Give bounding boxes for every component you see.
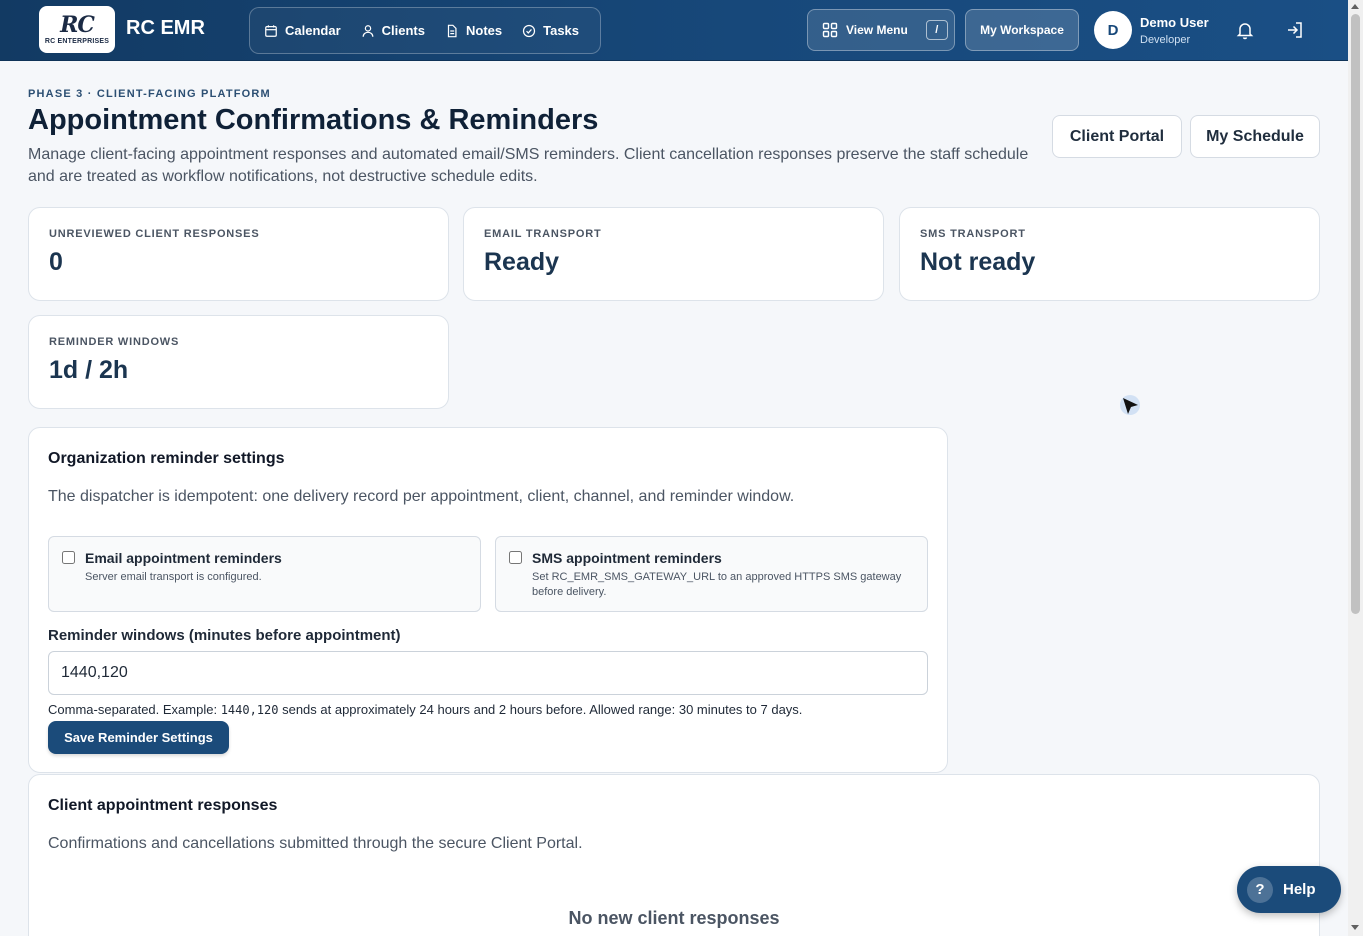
user-role: Developer — [1140, 34, 1191, 46]
empty-state-text: No new client responses — [568, 908, 780, 928]
main-nav: Calendar Clients Notes Tasks — [249, 7, 601, 54]
reminder-windows-input[interactable] — [48, 651, 928, 695]
email-reminders-option[interactable]: Email appointment reminders Server email… — [48, 536, 481, 612]
my-workspace-button[interactable]: My Workspace — [965, 9, 1079, 51]
top-navigation-bar: RC RC ENTERPRISES RC EMR Calendar Client… — [0, 0, 1348, 61]
sms-reminders-option[interactable]: SMS appointment reminders Set RC_EMR_SMS… — [495, 536, 928, 612]
grid-icon — [822, 22, 838, 38]
check-circle-icon — [522, 24, 536, 37]
help-suffix: sends at approximately 24 hours and 2 ho… — [278, 702, 803, 717]
client-portal-button[interactable]: Client Portal — [1052, 115, 1182, 158]
option-title: SMS appointment reminders — [532, 550, 722, 566]
view-menu-label: View Menu — [846, 23, 908, 37]
shortcut-key: / — [925, 20, 948, 40]
stat-value: Not ready — [920, 248, 1036, 276]
panel-description: The dispatcher is idempotent: one delive… — [48, 488, 795, 505]
option-subtitle: Set RC_EMR_SMS_GATEWAY_URL to an approve… — [532, 571, 902, 598]
option-subtitle: Server email transport is configured. — [85, 571, 262, 583]
nav-item-clients[interactable]: Clients — [361, 23, 425, 38]
stat-card-email-transport: EMAIL TRANSPORT Ready — [463, 207, 884, 301]
page-scrollbar[interactable] — [1348, 0, 1363, 936]
reminder-windows-label: Reminder windows (minutes before appoint… — [48, 627, 401, 644]
logout-icon[interactable] — [1285, 20, 1305, 40]
help-example-code: 1440,120 — [220, 703, 279, 717]
stat-label: REMINDER WINDOWS — [49, 336, 180, 348]
calendar-icon — [265, 24, 277, 37]
document-icon — [447, 24, 457, 37]
stat-value: 0 — [49, 248, 63, 276]
stat-label: EMAIL TRANSPORT — [484, 228, 602, 240]
bell-icon[interactable] — [1235, 20, 1255, 40]
nav-label: Tasks — [543, 23, 580, 38]
stat-label: SMS TRANSPORT — [920, 228, 1026, 240]
user-name: Demo User — [1140, 15, 1209, 30]
stat-card-sms-transport: SMS TRANSPORT Not ready — [899, 207, 1320, 301]
stat-value: 1d / 2h — [49, 356, 129, 384]
email-reminders-checkbox[interactable] — [62, 551, 75, 564]
brand-logo[interactable]: RC RC ENTERPRISES — [39, 6, 115, 53]
sms-reminders-checkbox[interactable] — [509, 551, 522, 564]
stat-card-unreviewed: UNREVIEWED CLIENT RESPONSES 0 — [28, 207, 449, 301]
user-icon — [362, 24, 374, 37]
stat-card-reminder-windows: REMINDER WINDOWS 1d / 2h — [28, 315, 449, 409]
logo-subtitle: RC ENTERPRISES — [44, 38, 110, 45]
page-eyebrow: PHASE 3 · CLIENT-FACING PLATFORM — [28, 88, 271, 100]
help-button[interactable]: ? Help — [1237, 866, 1341, 913]
avatar[interactable]: D — [1094, 11, 1132, 49]
scroll-down-arrow-icon[interactable] — [1351, 925, 1359, 930]
scrollbar-thumb[interactable] — [1351, 14, 1360, 614]
question-icon: ? — [1247, 876, 1273, 903]
scroll-up-arrow-icon[interactable] — [1351, 4, 1359, 9]
logo-mark: RC — [60, 12, 95, 38]
page-description: Manage client-facing appointment respons… — [28, 146, 1029, 185]
panel-description: Confirmations and cancellations submitte… — [48, 835, 583, 852]
panel-title: Client appointment responses — [48, 797, 278, 814]
option-title: Email appointment reminders — [85, 550, 282, 566]
nav-label: Clients — [381, 23, 425, 38]
mouse-cursor-icon — [1120, 395, 1140, 415]
brand-name[interactable]: RC EMR — [126, 17, 205, 40]
reminder-windows-help: Comma-separated. Example: 1440,120 sends… — [48, 702, 802, 717]
view-menu-button[interactable]: View Menu / — [807, 9, 955, 51]
client-responses-panel: Client appointment responses Confirmatio… — [28, 774, 1320, 936]
nav-item-calendar[interactable]: Calendar — [264, 23, 341, 38]
help-label: Help — [1283, 881, 1316, 898]
panel-title: Organization reminder settings — [48, 450, 285, 467]
nav-label: Notes — [465, 23, 503, 38]
nav-item-notes[interactable]: Notes — [445, 23, 502, 38]
page-title: Appointment Confirmations & Reminders — [28, 104, 599, 136]
help-prefix: Comma-separated. Example: — [48, 702, 221, 717]
stat-label: UNREVIEWED CLIENT RESPONSES — [49, 228, 260, 240]
nav-label: Calendar — [285, 23, 341, 38]
my-schedule-button[interactable]: My Schedule — [1190, 115, 1320, 158]
save-reminder-settings-button[interactable]: Save Reminder Settings — [48, 721, 229, 754]
reminder-settings-panel: Organization reminder settings The dispa… — [28, 427, 948, 773]
stat-value: Ready — [484, 248, 560, 276]
nav-item-tasks[interactable]: Tasks — [522, 23, 579, 38]
